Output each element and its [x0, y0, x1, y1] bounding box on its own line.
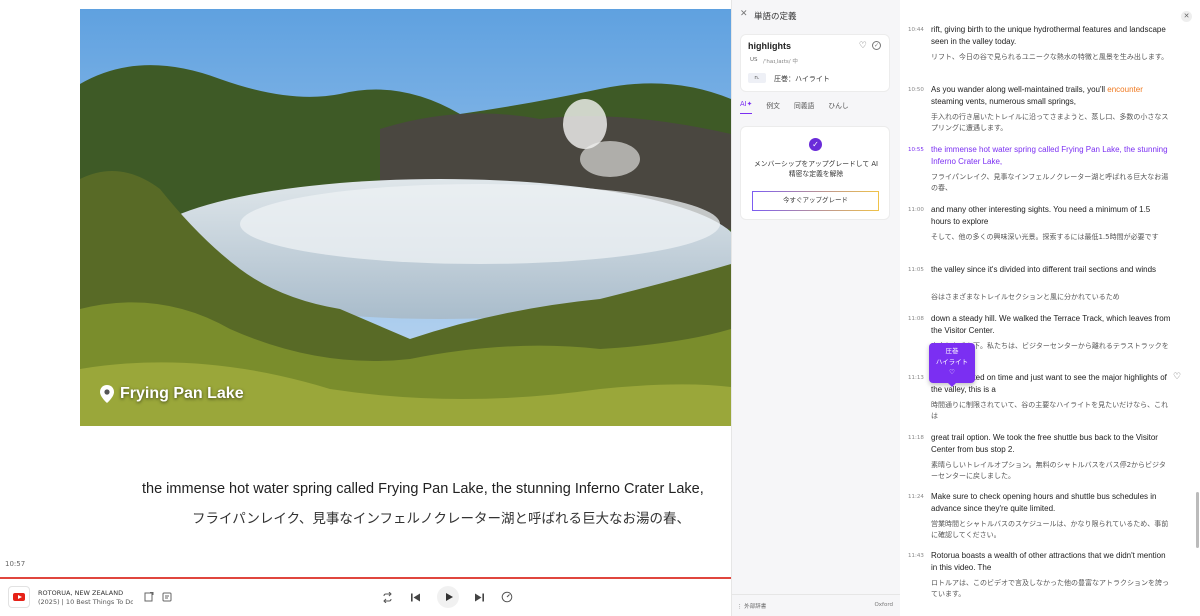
row-english[interactable]: the immense hot water spring called Fryi…: [931, 144, 1171, 168]
location-tag: Frying Pan Lake: [100, 385, 244, 403]
word-popover[interactable]: 圧巻 ハイライト ♡: [929, 343, 975, 387]
row-timestamp[interactable]: 11:08: [908, 316, 924, 322]
popover-meaning: ハイライト: [935, 357, 969, 366]
row-english[interactable]: down a steady hill. We walked the Terrac…: [931, 313, 1171, 337]
close-icon[interactable]: ✕: [1181, 11, 1192, 22]
location-pin-icon: [100, 385, 114, 403]
pronunciation-region[interactable]: US: [750, 57, 758, 63]
row-english[interactable]: As you wander along well-maintained trai…: [931, 84, 1171, 108]
row-japanese[interactable]: 営業時間とシャトルバスのスケジュールは、かなり限られているため、事前に確認してく…: [931, 519, 1171, 540]
location-label: Frying Pan Lake: [120, 385, 244, 402]
tab-ai[interactable]: AI✦: [740, 100, 753, 114]
word-definition: 圧巻：ハイライト: [774, 75, 830, 83]
check-icon[interactable]: ✓: [872, 41, 881, 50]
row-timestamp[interactable]: 11:24: [908, 494, 924, 500]
previous-icon[interactable]: [408, 590, 422, 604]
external-dictionary-link[interactable]: ⋮ 外部辞書: [737, 602, 766, 610]
dictionary-source[interactable]: Oxford: [874, 602, 893, 608]
row-english[interactable]: great trail option. We took the free shu…: [931, 432, 1171, 456]
heart-icon[interactable]: ♡: [929, 367, 975, 378]
next-icon[interactable]: [472, 590, 486, 604]
video-title-line1[interactable]: ROTORUA, NEW ZEALAND: [38, 589, 123, 597]
tab-part-of-speech[interactable]: ひんし: [828, 100, 848, 114]
subtitle-japanese[interactable]: フライパンレイク、見事なインフェルノクレーター湖と呼ばれる巨大なお湯の春、: [0, 507, 731, 527]
upgrade-button[interactable]: 今すぐアップグレード: [752, 191, 879, 211]
speed-icon[interactable]: [500, 590, 514, 604]
transcript-scrollbar[interactable]: [1196, 492, 1199, 548]
row-japanese[interactable]: 手入れの行き届いたトレイルに沿ってさまようと、蒸し口、多数の小さなスプリングに遭…: [931, 112, 1171, 133]
row-japanese[interactable]: ロトルアは、このビデオで言及しなかった他の豊富なアトラクションを誇っています。: [931, 578, 1171, 599]
heart-icon[interactable]: ♡: [1173, 372, 1181, 382]
row-japanese[interactable]: 素晴らしいトレイルオプション。無料のシャトルバスをバス停2からビジターセンターに…: [931, 460, 1171, 481]
row-japanese[interactable]: 谷はさまざまなトレイルセクションと風に分かれているため: [931, 292, 1171, 303]
tab-examples[interactable]: 例文: [766, 100, 780, 114]
current-time: 10:57: [5, 560, 26, 568]
word-title: highlights: [748, 41, 791, 51]
video-area: Frying Pan Lake the immense hot water sp…: [0, 0, 731, 616]
part-of-speech-badge: n.: [748, 73, 766, 83]
row-english[interactable]: the valley since it's divided into diffe…: [931, 264, 1171, 276]
row-english[interactable]: rift, giving birth to the unique hydroth…: [931, 24, 1171, 48]
transcript-panel: ✕ 10:44 rift, giving birth to the unique…: [900, 0, 1200, 616]
row-timestamp[interactable]: 11:18: [908, 435, 924, 441]
dictionary-header: ✕ 単語の定義: [732, 0, 901, 30]
row-japanese[interactable]: リフト、今日の谷で見られるユニークな熱水の特徴と風景を生み出します。: [931, 52, 1171, 63]
row-english[interactable]: Rotorua boasts a wealth of other attract…: [931, 550, 1171, 574]
row-timestamp[interactable]: 10:50: [908, 87, 924, 93]
popover-word: 圧巻: [945, 347, 959, 355]
verified-badge-icon: ✓: [809, 138, 822, 151]
row-japanese[interactable]: そして、他の多くの興味深い光景。探索するには最低1.5時間が必要です: [931, 232, 1171, 243]
highlighted-word[interactable]: encounter: [1107, 85, 1143, 94]
dictionary-footer: ⋮ 外部辞書 Oxford: [732, 594, 901, 616]
video-player[interactable]: Frying Pan Lake: [80, 9, 731, 426]
tab-synonyms[interactable]: 同義語: [794, 100, 814, 114]
upgrade-card: ✓ メンバーシップをアップグレードして AI 精密な定義を解除 今すぐアップグレ…: [740, 126, 890, 220]
video-frame-image: [80, 9, 731, 426]
row-english[interactable]: Make sure to check opening hours and shu…: [931, 491, 1171, 515]
dictionary-panel: ✕ 単語の定義 highlights ♡ ✓ US /ˈhaɪˌlaɪts/ 中…: [731, 0, 901, 616]
share-icon[interactable]: [142, 590, 156, 604]
dictionary-tabs: AI✦ 例文 同義語 ひんし: [740, 100, 890, 114]
row-timestamp[interactable]: 10:44: [908, 27, 924, 33]
player-controls: ROTORUA, NEW ZEALAND (2025) | 10 Best Th…: [0, 579, 731, 616]
row-timestamp[interactable]: 11:05: [908, 267, 924, 273]
heart-icon[interactable]: ♡: [859, 41, 867, 51]
row-timestamp[interactable]: 10:55: [908, 147, 924, 153]
video-title-line2[interactable]: (2025) | 10 Best Things To Do I...: [38, 598, 133, 606]
play-button[interactable]: [437, 586, 459, 608]
row-japanese[interactable]: 時間通りに制限されていて、谷の主要なハイライトを見たいだけなら、これは: [931, 400, 1171, 421]
close-icon[interactable]: ✕: [740, 10, 749, 19]
row-english[interactable]: and many other interesting sights. You n…: [931, 204, 1171, 228]
word-phonetic: /ˈhaɪˌlaɪts/ 中: [763, 59, 798, 65]
dictionary-title: 単語の定義: [754, 12, 797, 22]
play-icon: [445, 593, 453, 601]
loop-icon[interactable]: [380, 590, 394, 604]
word-card: highlights ♡ ✓ US /ˈhaɪˌlaɪts/ 中 n. 圧巻：ハ…: [740, 34, 890, 92]
row-timestamp[interactable]: 11:43: [908, 553, 924, 559]
row-timestamp[interactable]: 11:13: [908, 375, 924, 381]
youtube-icon[interactable]: [8, 586, 30, 608]
settings-icon[interactable]: [160, 590, 174, 604]
upgrade-text: メンバーシップをアップグレードして AI 精密な定義を解除: [753, 160, 879, 178]
row-japanese[interactable]: フライパンレイク、見事なインフェルノクレーター湖と呼ばれる巨大なお湯の春、: [931, 172, 1171, 193]
subtitle-english[interactable]: the immense hot water spring called Fryi…: [0, 481, 731, 497]
row-timestamp[interactable]: 11:00: [908, 207, 924, 213]
